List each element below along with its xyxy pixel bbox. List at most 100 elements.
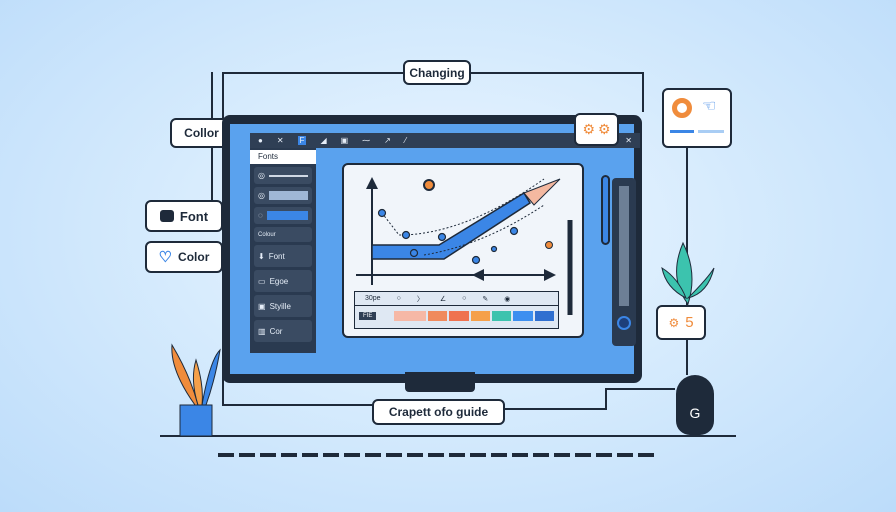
info-icon[interactable]: ◉ xyxy=(504,295,510,303)
eraser-icon[interactable]: ◢ xyxy=(320,136,326,145)
baseline xyxy=(160,435,736,437)
badge-card: ⚙ 5 xyxy=(656,305,706,340)
hand-icon: ☜ xyxy=(702,98,717,115)
changing-label: Changing xyxy=(403,60,471,85)
point xyxy=(490,245,498,253)
changing-text: Changing xyxy=(409,65,465,80)
color-swatch[interactable] xyxy=(513,311,533,321)
tool-row-label: 30pe xyxy=(365,295,381,302)
copy-icon[interactable]: ▣ xyxy=(341,136,349,145)
colour-field[interactable]: Colour xyxy=(254,227,312,242)
connector-bottom-right xyxy=(505,408,605,410)
y-arrow-icon xyxy=(366,177,378,189)
panel-item-label: Font xyxy=(268,251,285,261)
panel-item-cor[interactable]: ▥ Cor xyxy=(254,320,312,342)
arrow-down-icon: ⬇ xyxy=(258,251,265,261)
circle-icon: ◎ xyxy=(258,171,265,180)
x-arrow-left-icon xyxy=(472,269,484,281)
color-swatch[interactable] xyxy=(427,311,448,321)
card-line xyxy=(698,130,724,133)
angle-icon[interactable]: ∠ xyxy=(440,295,446,303)
panel-item-label: Egoe xyxy=(269,276,289,286)
gear-icon: ⚙ xyxy=(668,315,680,330)
side-panel: Fonts ◎ ◎ ◌ Colour ⬇ Font ▭ Egoe ▣ Styille … xyxy=(250,148,316,353)
panel-item-label: Cor xyxy=(269,326,283,336)
close-icon[interactable]: ✕ xyxy=(277,136,284,145)
panel-item-styille[interactable]: ▣ Styille xyxy=(254,295,312,317)
colour-field-text: Colour xyxy=(258,231,276,238)
collor-text: Collor xyxy=(184,126,219,140)
connector-seg2 xyxy=(605,388,675,390)
point xyxy=(509,226,519,236)
color-swatch[interactable] xyxy=(534,311,554,321)
format-icon[interactable]: F xyxy=(297,136,307,145)
guide-label: Crapett ofo guide xyxy=(372,399,505,425)
color-swatches: FIE xyxy=(355,306,558,326)
point xyxy=(401,230,411,240)
font-dropdown[interactable]: ◎ xyxy=(254,187,312,204)
point xyxy=(409,248,419,258)
mouse-icon: G xyxy=(676,375,714,435)
connector-bottom-left xyxy=(222,404,372,406)
guide-text: Crapett ofo guide xyxy=(388,405,489,419)
font-selected[interactable]: ◌ xyxy=(254,207,312,224)
font-text: Font xyxy=(179,208,209,224)
color-swatch[interactable] xyxy=(470,311,490,321)
plant-right-icon xyxy=(661,241,715,306)
x-arrow-icon xyxy=(544,269,556,281)
tool-row: 30pe ○ 〉 ∠ ○ ✎ ◉ xyxy=(355,292,558,306)
panel-item-font[interactable]: ⬇ Font xyxy=(254,245,312,267)
info-card: ☜ xyxy=(662,88,732,148)
badge-value: 5 xyxy=(685,314,694,331)
path-icon[interactable]: ↗ xyxy=(384,136,391,145)
pen-icon[interactable]: ✎ xyxy=(482,295,488,303)
point xyxy=(377,208,387,218)
scroll-handle[interactable] xyxy=(601,175,610,245)
monitor-stand xyxy=(405,372,475,392)
color-text: Color xyxy=(178,250,210,264)
circle-tool-icon[interactable]: ○ xyxy=(397,295,401,302)
fonts-header-text: Fonts xyxy=(258,152,279,161)
fonts-header: Fonts xyxy=(250,150,316,164)
font-label: Font xyxy=(145,200,223,232)
panel-item-label: Styille xyxy=(269,301,291,311)
orange-point xyxy=(545,241,553,249)
point xyxy=(471,255,481,265)
pen-icon[interactable]: ⁄ xyxy=(405,136,406,145)
color-swatch[interactable] xyxy=(394,311,426,321)
donut-icon xyxy=(672,98,692,118)
columns-icon: ▥ xyxy=(258,326,266,336)
camera-icon xyxy=(159,210,174,222)
heart-icon: ♡ xyxy=(158,249,173,266)
vertical-slider[interactable] xyxy=(612,178,636,346)
color-swatch[interactable] xyxy=(491,311,512,321)
slider-track xyxy=(619,186,629,306)
gear-icon: ⚙ xyxy=(598,121,611,137)
settings-card[interactable]: ⚙ ⚙ xyxy=(574,113,619,146)
image-icon: ▣ xyxy=(258,301,266,311)
connector-right-top xyxy=(642,72,644,112)
folder-icon: ▭ xyxy=(258,276,266,286)
plant-left-icon xyxy=(171,343,221,437)
caption-dashes xyxy=(218,453,658,457)
gear-icon: ⚙ xyxy=(582,121,595,137)
slider-knob[interactable] xyxy=(617,316,631,330)
canvas-palette: 30pe ○ 〉 ∠ ○ ✎ ◉ FIE xyxy=(354,291,559,329)
palette-label: FIE xyxy=(359,312,377,320)
circle-icon: ◎ xyxy=(258,191,265,200)
panel-item-egoe[interactable]: ▭ Egoe xyxy=(254,270,312,292)
connector-seg xyxy=(605,388,607,410)
circle-tool-icon[interactable]: ○ xyxy=(462,295,466,302)
toolbar-close-button[interactable]: ✕ xyxy=(625,136,632,145)
font-slider[interactable]: ◎ xyxy=(254,167,312,184)
drawing-canvas[interactable]: 30pe ○ 〉 ∠ ○ ✎ ◉ FIE xyxy=(342,163,584,338)
color-swatch[interactable] xyxy=(449,311,469,321)
point xyxy=(437,232,447,242)
sparkle-icon xyxy=(423,179,435,191)
pin-icon[interactable]: ● xyxy=(258,136,263,145)
card-line xyxy=(670,130,694,133)
connector-mouse xyxy=(686,340,688,375)
text-icon[interactable]: ⁓ xyxy=(362,136,370,145)
chevron-icon[interactable]: 〉 xyxy=(417,294,424,304)
refresh-icon: ◌ xyxy=(258,211,263,220)
